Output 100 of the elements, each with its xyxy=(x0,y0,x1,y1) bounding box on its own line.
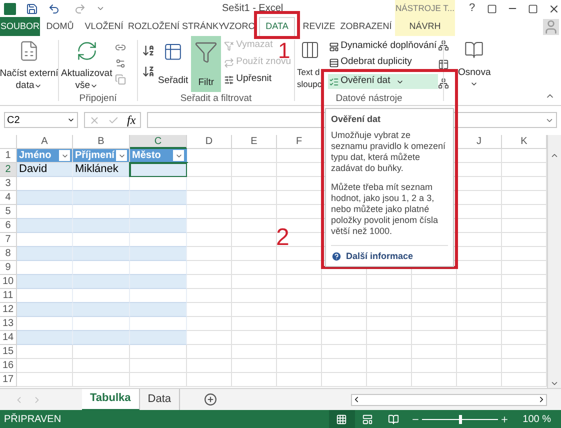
grid-cell[interactable] xyxy=(502,205,547,219)
table-cell[interactable] xyxy=(17,191,73,205)
grid-cell[interactable] xyxy=(502,317,547,331)
table-cell[interactable] xyxy=(17,317,73,331)
ribbon-tab[interactable]: DOMŮ xyxy=(40,17,80,36)
scroll-right-icon[interactable] xyxy=(537,395,546,404)
ribbon-tab[interactable]: NÁVRH xyxy=(395,17,455,36)
table-cell[interactable] xyxy=(130,303,187,317)
grid-cell[interactable] xyxy=(232,331,277,345)
grid-cell[interactable] xyxy=(232,289,277,303)
grid-cell[interactable] xyxy=(322,289,367,303)
view-button[interactable] xyxy=(328,410,355,428)
grid-cell[interactable] xyxy=(187,303,232,317)
filter-dropdown-button[interactable] xyxy=(116,150,127,161)
grid-cell[interactable] xyxy=(502,247,547,261)
get-external-data-button[interactable]: Načíst externí data xyxy=(0,36,58,96)
grid-cell[interactable] xyxy=(277,331,322,345)
grid-cell[interactable] xyxy=(502,289,547,303)
redo-icon[interactable] xyxy=(74,2,86,14)
grid-cell[interactable] xyxy=(322,275,367,289)
data-tool-button[interactable]: Ověření dat xyxy=(328,74,438,89)
maximize-icon[interactable] xyxy=(528,4,538,14)
grid-cell[interactable] xyxy=(457,219,502,233)
ribbon-tab[interactable]: DATA xyxy=(259,17,295,36)
grid-cell[interactable] xyxy=(187,177,232,191)
what-if-icon[interactable] xyxy=(438,59,449,70)
grid-cell[interactable] xyxy=(322,373,367,387)
table-cell[interactable] xyxy=(130,177,187,191)
grid-cell[interactable] xyxy=(322,303,367,317)
table-cell[interactable] xyxy=(130,261,187,275)
grid-cell[interactable] xyxy=(457,275,502,289)
grid-cell[interactable] xyxy=(17,373,73,387)
grid-cell[interactable] xyxy=(457,289,502,303)
table-cell[interactable] xyxy=(73,247,130,261)
table-cell[interactable] xyxy=(73,205,130,219)
grid-cell[interactable] xyxy=(232,275,277,289)
column-header[interactable]: C xyxy=(130,135,187,149)
ribbon-tab[interactable]: SOUBOR xyxy=(0,17,40,36)
grid-cell[interactable] xyxy=(277,359,322,373)
grid-cell[interactable] xyxy=(277,289,322,303)
table-cell[interactable] xyxy=(73,191,130,205)
grid-cell[interactable] xyxy=(502,177,547,191)
consolidate-icon[interactable] xyxy=(438,40,449,51)
grid-cell[interactable] xyxy=(457,163,502,177)
add-sheet-icon[interactable] xyxy=(204,393,218,406)
grid-cell[interactable] xyxy=(277,303,322,317)
ribbon-tab[interactable]: VLOŽENÍ xyxy=(80,17,128,36)
grid-cell[interactable] xyxy=(502,233,547,247)
grid-cell[interactable] xyxy=(232,359,277,373)
grid-cell[interactable] xyxy=(502,331,547,345)
grid-cell[interactable] xyxy=(367,345,412,359)
grid-cell[interactable] xyxy=(187,247,232,261)
grid-cell[interactable] xyxy=(187,219,232,233)
sheet-tab[interactable]: Tabulka xyxy=(82,388,140,410)
undo-icon[interactable] xyxy=(48,2,60,14)
grid-cell[interactable] xyxy=(502,163,547,177)
table-cell[interactable] xyxy=(130,331,187,345)
cancel-icon[interactable] xyxy=(89,114,100,126)
grid-cell[interactable] xyxy=(457,359,502,373)
grid-cell[interactable] xyxy=(73,373,130,387)
grid-cell[interactable] xyxy=(232,317,277,331)
row-header[interactable]: 2 xyxy=(0,163,17,177)
grid-cell[interactable] xyxy=(322,359,367,373)
grid-cell[interactable] xyxy=(187,331,232,345)
edit-links-icon[interactable] xyxy=(115,74,126,85)
table-cell[interactable] xyxy=(130,219,187,233)
grid-cell[interactable] xyxy=(187,345,232,359)
grid-cell[interactable] xyxy=(457,303,502,317)
ribbon-tab[interactable]: ZOBRAZENÍ xyxy=(337,17,395,36)
grid-cell[interactable] xyxy=(367,289,412,303)
grid-cell[interactable] xyxy=(412,289,457,303)
customize-icon[interactable] xyxy=(96,4,105,13)
grid-cell[interactable] xyxy=(232,345,277,359)
connections-icon[interactable] xyxy=(115,42,126,53)
grid-cell[interactable] xyxy=(367,303,412,317)
ribbon-tab[interactable]: VZORC xyxy=(222,17,256,36)
grid-cell[interactable] xyxy=(187,163,232,177)
grid-cell[interactable] xyxy=(232,149,277,163)
sort-ascending-icon[interactable] xyxy=(142,44,155,57)
insert-function-button[interactable]: fx xyxy=(127,111,136,129)
grid-cell[interactable] xyxy=(457,317,502,331)
grid-cell[interactable] xyxy=(412,303,457,317)
name-box[interactable]: C2 xyxy=(4,112,78,128)
sort-descending-icon[interactable] xyxy=(142,65,155,78)
refresh-all-button[interactable]: Aktualizovat vše xyxy=(61,36,112,92)
table-cell[interactable]: David xyxy=(17,163,73,177)
table-cell[interactable] xyxy=(17,275,73,289)
table-cell[interactable] xyxy=(130,247,187,261)
grid-cell[interactable] xyxy=(187,191,232,205)
grid-cell[interactable] xyxy=(412,331,457,345)
grid-cell[interactable] xyxy=(457,177,502,191)
enter-icon[interactable] xyxy=(108,114,119,126)
grid-cell[interactable] xyxy=(277,373,322,387)
data-tool-button[interactable]: Dynamické doplňování xyxy=(328,39,438,54)
grid-cell[interactable] xyxy=(187,373,232,387)
grid-cell[interactable] xyxy=(17,359,73,373)
grid-cell[interactable] xyxy=(277,275,322,289)
select-all-corner[interactable] xyxy=(0,135,17,149)
scroll-down-icon[interactable] xyxy=(550,379,559,388)
table-cell[interactable] xyxy=(17,331,73,345)
